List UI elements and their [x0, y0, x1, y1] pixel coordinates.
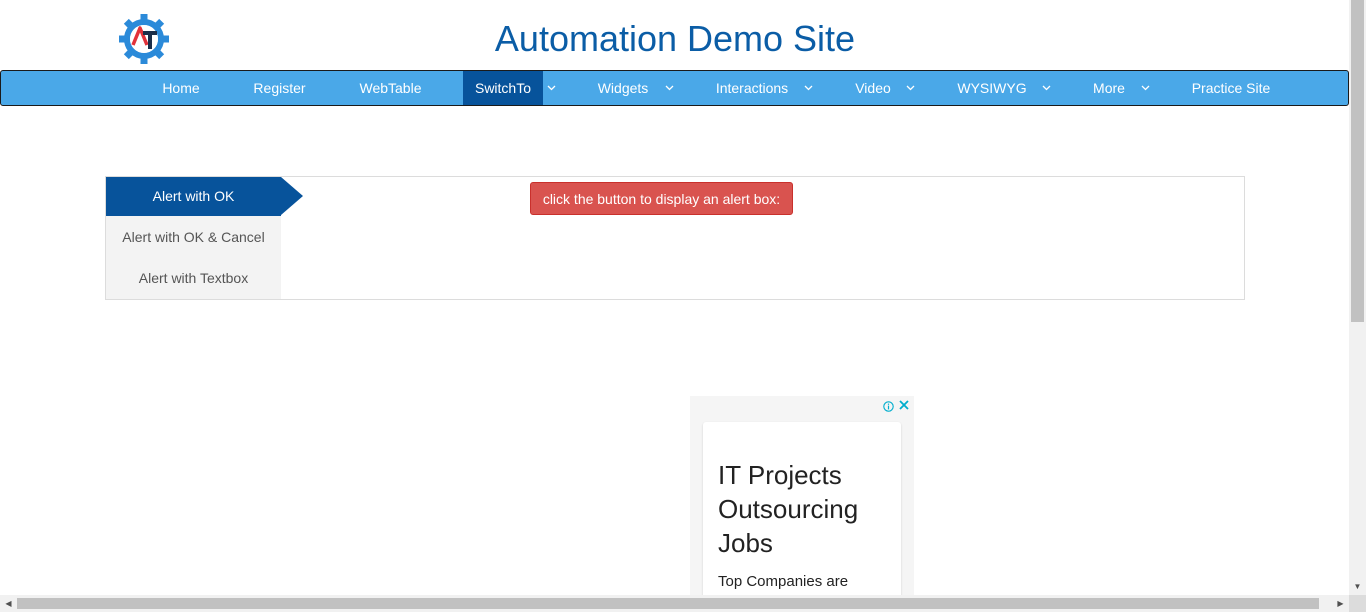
- tab-alert-with-ok-cancel[interactable]: Alert with OK & Cancel: [106, 218, 281, 257]
- page: Automation Demo Site Home Register WebTa…: [0, 0, 1366, 612]
- vertical-scrollbar[interactable]: ▼: [1349, 0, 1366, 595]
- video-chevron-down-icon[interactable]: [903, 71, 917, 105]
- alert-tabs: Alert with OK Alert with OK & Cancel Ale…: [106, 177, 281, 299]
- main-nav: Home Register WebTable SwitchTo Widgets …: [0, 70, 1349, 106]
- interactions-chevron-down-icon[interactable]: [801, 71, 815, 105]
- info-icon[interactable]: [883, 399, 894, 412]
- widgets-chevron-down-icon[interactable]: [662, 71, 676, 105]
- ad-body-text: Top Companies are: [718, 573, 849, 590]
- horizontal-scroll-thumb[interactable]: [17, 598, 1319, 609]
- scroll-left-arrow-icon[interactable]: ◀: [0, 595, 17, 612]
- nav-interactions[interactable]: Interactions: [702, 71, 802, 105]
- vertical-scroll-thumb[interactable]: [1351, 0, 1364, 322]
- scroll-down-arrow-icon[interactable]: ▼: [1349, 578, 1366, 595]
- nav-widgets[interactable]: Widgets: [585, 71, 661, 105]
- nav-practice-site[interactable]: Practice Site: [1178, 71, 1284, 105]
- switchto-chevron-down-icon[interactable]: [544, 71, 558, 105]
- ad-card[interactable]: IT Projects Outsourcing Jobs Top Compani…: [703, 422, 901, 600]
- tab-alert-with-ok[interactable]: Alert with OK: [106, 177, 281, 216]
- advertisement: IT Projects Outsourcing Jobs Top Compani…: [690, 396, 914, 600]
- scrollbar-corner: [1349, 595, 1366, 612]
- horizontal-scrollbar[interactable]: ◀ ▶: [0, 595, 1349, 612]
- nav-video[interactable]: Video: [842, 71, 904, 105]
- display-alert-button[interactable]: click the button to display an alert box…: [530, 182, 793, 215]
- nav-home[interactable]: Home: [147, 71, 215, 105]
- nav-wysiwyg[interactable]: WYSIWYG: [945, 71, 1039, 105]
- tab-alert-with-textbox[interactable]: Alert with Textbox: [106, 259, 281, 298]
- site-title: Automation Demo Site: [494, 18, 856, 59]
- nav-webtable[interactable]: WebTable: [344, 71, 437, 105]
- ad-headline[interactable]: IT Projects Outsourcing Jobs: [718, 458, 898, 560]
- more-chevron-down-icon[interactable]: [1138, 71, 1152, 105]
- nav-register[interactable]: Register: [237, 71, 322, 105]
- close-icon[interactable]: [898, 398, 910, 410]
- alerts-panel: Alert with OK Alert with OK & Cancel Ale…: [105, 176, 1245, 300]
- scroll-right-arrow-icon[interactable]: ▶: [1332, 595, 1349, 612]
- nav-switchto[interactable]: SwitchTo: [463, 71, 543, 105]
- wysiwyg-chevron-down-icon[interactable]: [1039, 71, 1053, 105]
- nav-more[interactable]: More: [1081, 71, 1137, 105]
- active-tab-arrow: [281, 177, 303, 215]
